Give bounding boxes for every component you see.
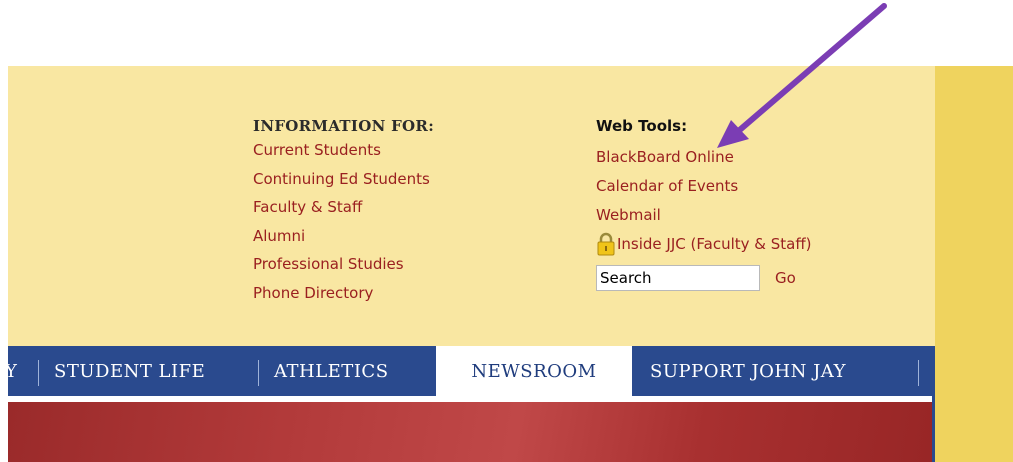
annotation-arrow (717, 3, 887, 148)
